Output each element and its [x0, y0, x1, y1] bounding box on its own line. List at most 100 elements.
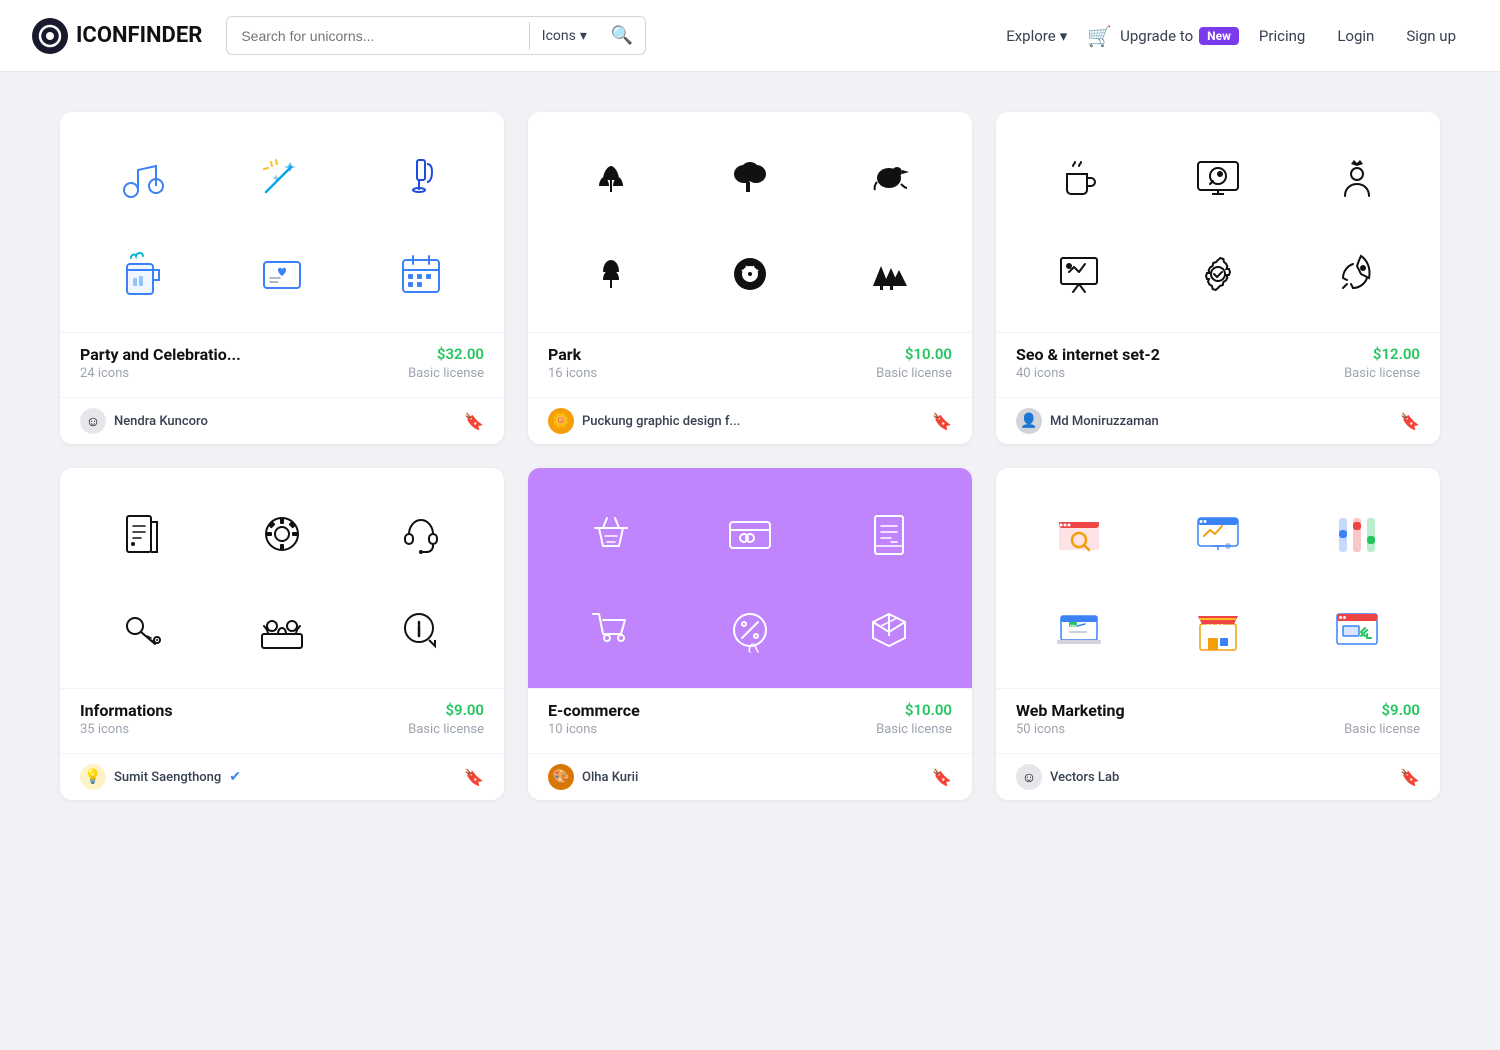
new-badge: New — [1199, 27, 1239, 45]
card-info-webmarketing: Web Marketing $9.00 50 icons Basic licen… — [996, 688, 1440, 753]
nav-login[interactable]: Login — [1325, 19, 1386, 53]
search-bar: Icons ▾ 🔍 — [226, 16, 646, 55]
icon-equalizer — [1322, 499, 1392, 569]
icon-search-analytics — [1044, 499, 1114, 569]
icon-coffee — [1044, 143, 1114, 213]
card-title: E-commerce — [548, 701, 640, 720]
author-name: Md Moniruzzaman — [1050, 414, 1159, 429]
search-type-dropdown[interactable]: Icons ▾ — [530, 28, 599, 44]
search-type-label: Icons — [542, 28, 576, 44]
logo-icon — [32, 18, 68, 54]
icon-headset — [386, 499, 456, 569]
bookmark-icon[interactable]: 🔖 — [464, 412, 484, 431]
card-count: 10 icons — [548, 722, 597, 737]
card-info-informations: Informations $9.00 35 icons Basic licens… — [60, 688, 504, 753]
card-title: Park — [548, 345, 581, 364]
card-license: Basic license — [876, 722, 952, 737]
card-informations: Informations $9.00 35 icons Basic licens… — [60, 468, 504, 800]
card-title: Party and Celebratio... — [80, 345, 241, 364]
card-price: $12.00 — [1373, 345, 1420, 363]
icon-bird — [854, 143, 924, 213]
icon-bush — [715, 143, 785, 213]
card-license: Basic license — [1344, 722, 1420, 737]
icon-trees — [854, 239, 924, 309]
author-avatar: ☺ — [80, 408, 106, 434]
card-info-seo: Seo & internet set-2 $12.00 40 icons Bas… — [996, 332, 1440, 397]
bookmark-icon[interactable]: 🔖 — [932, 768, 952, 787]
card-seo: Seo & internet set-2 $12.00 40 icons Bas… — [996, 112, 1440, 444]
card-license: Basic license — [408, 366, 484, 381]
author-name: Olha Kurii — [582, 770, 638, 785]
author-avatar: 🌼 — [548, 408, 574, 434]
main-content: Party and Celebratio... $32.00 24 icons … — [0, 72, 1500, 840]
bookmark-icon[interactable]: 🔖 — [1400, 412, 1420, 431]
icon-basket — [576, 499, 646, 569]
card-author-party: ☺ Nendra Kuncoro 🔖 — [60, 397, 504, 444]
icon-monitor — [1183, 143, 1253, 213]
upgrade-button[interactable]: Upgrade to New — [1120, 27, 1239, 45]
icon-bicycle — [715, 239, 785, 309]
search-input[interactable] — [227, 18, 528, 54]
nav-explore[interactable]: Explore ▾ — [994, 19, 1079, 53]
author-name: Nendra Kuncoro — [114, 414, 208, 429]
search-button[interactable]: 🔍 — [599, 17, 645, 54]
card-icons-park — [528, 112, 972, 332]
card-price: $32.00 — [437, 345, 484, 363]
verified-badge: ✔ — [229, 769, 241, 785]
icon-key-gear — [108, 595, 178, 665]
card-license: Basic license — [876, 366, 952, 381]
card-count: 50 icons — [1016, 722, 1065, 737]
card-author-seo: 👤 Md Moniruzzaman 🔖 — [996, 397, 1440, 444]
icon-love-card — [247, 239, 317, 309]
card-author-informations: 💡 Sumit Saengthong ✔ 🔖 — [60, 753, 504, 800]
card-icons-informations — [60, 468, 504, 688]
author-name: Vectors Lab — [1050, 770, 1119, 785]
card-title: Informations — [80, 701, 173, 720]
author-avatar: 🎨 — [548, 764, 574, 790]
search-icon: 🔍 — [611, 25, 633, 45]
icon-box — [854, 595, 924, 665]
card-license: Basic license — [408, 722, 484, 737]
card-info-ecommerce: E-commerce $10.00 10 icons Basic license — [528, 688, 972, 753]
card-park: Park $10.00 16 icons Basic license 🌼 Puc… — [528, 112, 972, 444]
bookmark-icon[interactable]: 🔖 — [464, 768, 484, 787]
icon-info-chat — [386, 595, 456, 665]
card-license: Basic license — [1344, 366, 1420, 381]
icon-cart — [576, 595, 646, 665]
icon-document — [108, 499, 178, 569]
author-avatar: 💡 — [80, 764, 106, 790]
chevron-down-icon: ▾ — [1060, 27, 1068, 45]
icon-beer — [108, 239, 178, 309]
bookmark-icon[interactable]: 🔖 — [1400, 768, 1420, 787]
icon-monitor-graph — [1183, 499, 1253, 569]
icon-drink — [386, 143, 456, 213]
icon-calendar — [386, 239, 456, 309]
bookmark-icon[interactable]: 🔖 — [932, 412, 952, 431]
logo[interactable]: ICONFINDER — [32, 18, 202, 54]
card-info-party: Party and Celebratio... $32.00 24 icons … — [60, 332, 504, 397]
card-count: 16 icons — [548, 366, 597, 381]
icon-receipt — [854, 499, 924, 569]
card-count: 35 icons — [80, 722, 129, 737]
chevron-down-icon: ▾ — [580, 28, 587, 44]
cart-icon[interactable]: 🛒 — [1087, 24, 1112, 48]
card-ecommerce: E-commerce $10.00 10 icons Basic license… — [528, 468, 972, 800]
icon-gear-check — [1183, 239, 1253, 309]
icon-discount — [715, 595, 785, 665]
nav-signup[interactable]: Sign up — [1394, 19, 1468, 53]
explore-label: Explore — [1006, 27, 1056, 45]
icon-plant2 — [576, 239, 646, 309]
icon-web-edit — [1322, 595, 1392, 665]
card-author-park: 🌼 Puckung graphic design f... 🔖 — [528, 397, 972, 444]
card-author-webmarketing: ☺ Vectors Lab 🔖 — [996, 753, 1440, 800]
card-info-park: Park $10.00 16 icons Basic license — [528, 332, 972, 397]
nav-pricing[interactable]: Pricing — [1247, 19, 1317, 53]
author-avatar: 👤 — [1016, 408, 1042, 434]
icon-gear-settings — [247, 499, 317, 569]
icon-rocket — [1322, 239, 1392, 309]
icon-presentation — [1044, 239, 1114, 309]
card-price: $10.00 — [905, 345, 952, 363]
icon-crown-person — [1322, 143, 1392, 213]
icon-reception — [247, 595, 317, 665]
card-icons-party — [60, 112, 504, 332]
